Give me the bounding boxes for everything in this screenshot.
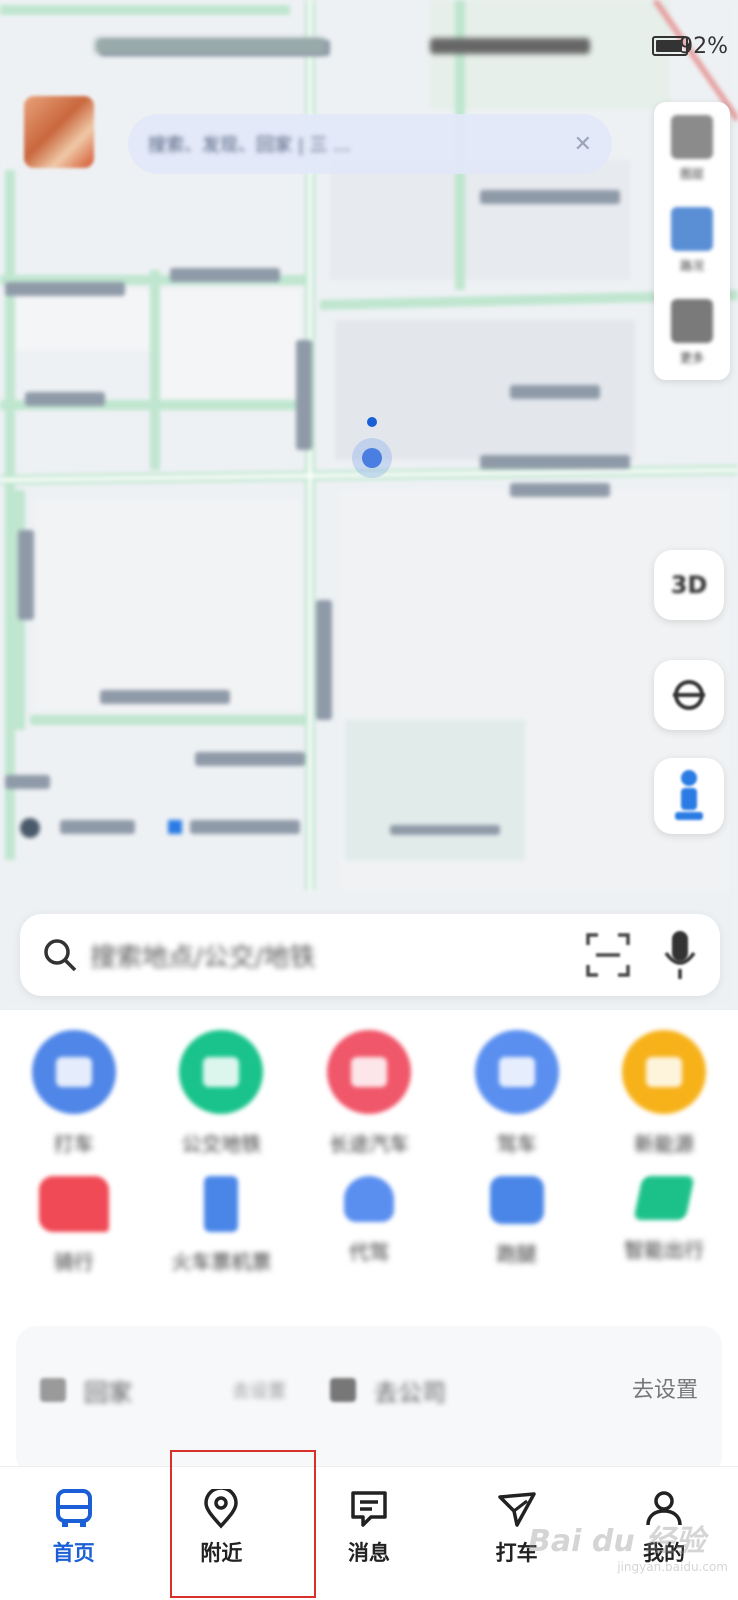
badge-icon [38,1176,109,1232]
search-icon [44,939,77,972]
battery-percentage: 92% [679,34,728,59]
more-label: 更多 [679,350,704,365]
services-row-2: 骑行 火车票机票 代驾 跑腿 智能出行 [0,1176,738,1275]
layers-button[interactable]: 图层 [654,102,730,194]
nav-nearby[interactable]: 附近 [148,1467,296,1600]
briefcase-icon [330,1378,356,1402]
service-item[interactable]: 公交地铁 [151,1030,291,1157]
service-item[interactable]: 代驾 [299,1176,439,1275]
close-icon[interactable]: ✕ [574,132,592,157]
home-icon [40,1378,66,1402]
search-input[interactable]: 搜索地点/公交/地铁 [90,937,584,974]
bus-icon [179,1030,264,1114]
route-icon [474,1030,559,1114]
message-icon [351,1491,387,1527]
work-label[interactable]: 去公司 [374,1373,446,1408]
user-avatar[interactable] [24,96,94,168]
helmet-icon [343,1176,394,1222]
nav-messages[interactable]: 消息 [295,1467,443,1600]
services-row-1: 打车 公交地铁 长途汽车 驾车 新能源 [0,1030,738,1157]
nav-home[interactable]: 首页 [0,1467,148,1600]
service-item[interactable]: 驾车 [447,1030,587,1157]
service-item[interactable]: 智能出行 [594,1176,734,1275]
service-label: 新能源 [634,1132,695,1156]
charging-icon [622,1030,707,1114]
person-icon [675,770,703,820]
status-bar: 92% [0,26,738,66]
3d-button[interactable]: 3D [654,550,724,620]
3d-label: 3D [670,571,708,599]
watermark-url: jingyan.baidu.com [617,1560,728,1574]
service-label: 驾车 [496,1132,537,1156]
grid-icon [671,298,713,343]
car-icon [31,1030,116,1114]
service-item[interactable]: 打车 [4,1030,144,1157]
service-item[interactable]: 新能源 [594,1030,734,1157]
locate-icon [673,680,705,710]
status-signal-icons [430,38,590,54]
layers-label: 图层 [679,166,704,181]
commute-row: 回家 去设置 去公司 [40,1370,700,1410]
service-item[interactable]: 骑行 [4,1176,144,1275]
current-location-marker [352,417,392,478]
status-carrier-info [95,38,325,54]
top-suggestion-bar[interactable]: 搜索、发现、回家 | 三 ... ✕ [128,114,612,174]
service-label: 智能出行 [624,1238,705,1262]
home-hint[interactable]: 去设置 [232,1377,286,1403]
traffic-button[interactable]: 路况 [654,194,730,286]
nav-label: 附近 [200,1541,243,1565]
phone-icon [204,1176,239,1232]
go-setup-link[interactable]: 去设置 [632,1372,698,1404]
map-control-panel: 图层 路况 更多 [654,102,730,380]
top-suggestion-text: 搜索、发现、回家 | 三 ... [148,135,351,156]
scan-icon[interactable] [584,931,632,979]
bus-icon [55,1489,92,1527]
service-label: 骑行 [53,1250,94,1274]
locate-button[interactable] [654,660,724,730]
microphone-icon[interactable] [662,929,698,981]
layers-icon [671,114,713,159]
location-pin-icon [204,1489,239,1529]
traffic-label: 路况 [679,258,704,273]
commute-card: 回家 去设置 去公司 [16,1326,722,1476]
avatar-icon [671,206,713,251]
flag-icon [489,1176,544,1224]
main-search-bar[interactable]: 搜索地点/公交/地铁 [20,914,720,996]
service-item[interactable]: 长途汽车 [299,1030,439,1157]
service-label: 长途汽车 [328,1132,409,1156]
service-item[interactable]: 跑腿 [447,1176,587,1275]
speed-icon [633,1176,695,1220]
home-label[interactable]: 回家 [84,1373,132,1408]
service-label: 火车票机票 [171,1250,272,1274]
service-item[interactable]: 火车票机票 [151,1176,291,1275]
service-label: 代驾 [348,1240,389,1264]
watermark: Bai du 经验 jingyan.baidu.com [528,1516,728,1596]
more-button[interactable]: 更多 [654,286,730,378]
street-view-button[interactable] [654,758,724,834]
service-label: 打车 [53,1132,94,1156]
nav-label: 首页 [52,1541,95,1565]
watermark-brand: Bai du 经验 [528,1524,706,1559]
service-label: 跑腿 [496,1242,537,1266]
nav-label: 消息 [347,1541,390,1565]
ticket-icon [326,1030,411,1114]
service-label: 公交地铁 [181,1132,262,1156]
